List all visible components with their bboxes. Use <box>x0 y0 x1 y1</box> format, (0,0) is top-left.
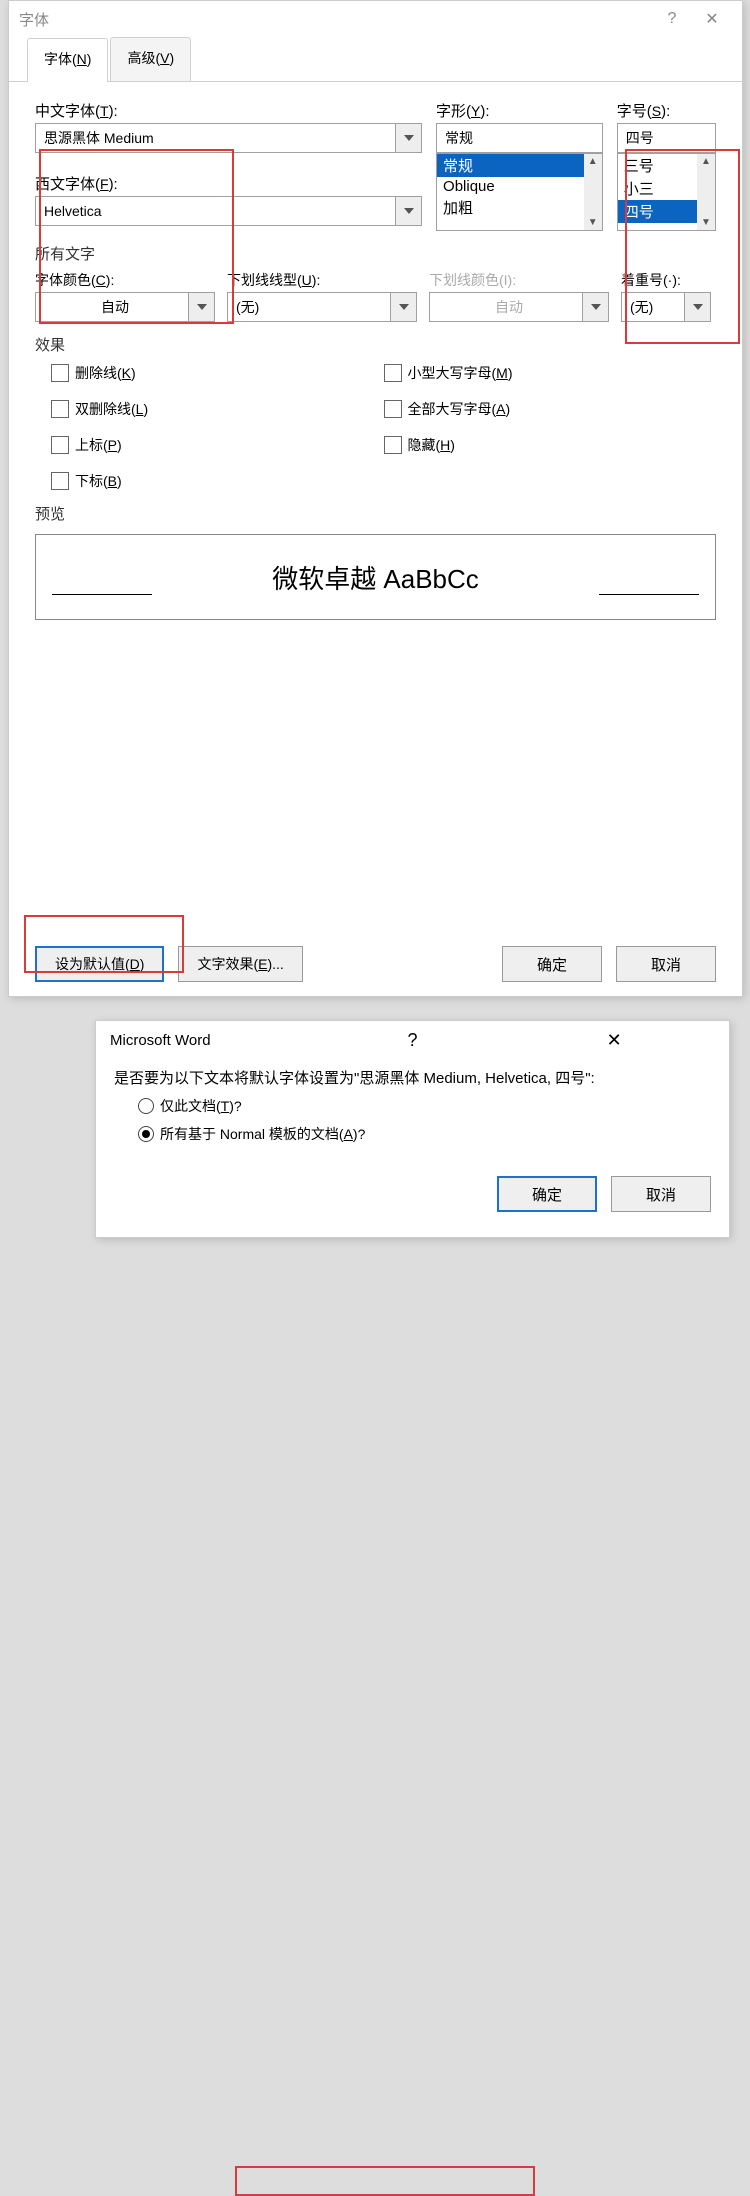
tab-font[interactable]: 字体(N) <box>27 38 108 82</box>
style-input[interactable]: 常规 <box>436 123 603 153</box>
tabs: 字体(N) 高级(V) <box>9 37 742 82</box>
chevron-down-icon <box>582 293 608 321</box>
radio-all-docs[interactable]: 所有基于 Normal 模板的文档(A)? <box>138 1124 711 1144</box>
confirm-body: 是否要为以下文本将默认字体设置为"思源黑体 Medium, Helvetica,… <box>96 1059 729 1166</box>
confirm-titlebar: Microsoft Word ? ✕ <box>96 1021 729 1059</box>
checkbox-double-strikethrough[interactable]: 双删除线(L) <box>51 399 384 419</box>
checkbox-superscript[interactable]: 上标(P) <box>51 435 384 455</box>
help-icon[interactable]: ? <box>312 1030 514 1051</box>
list-item[interactable]: 常规 <box>437 154 602 177</box>
close-icon[interactable]: ✕ <box>692 9 732 29</box>
help-icon[interactable]: ? <box>652 10 692 28</box>
confirm-cancel-button[interactable]: 取消 <box>611 1176 711 1212</box>
ok-button[interactable]: 确定 <box>502 946 602 982</box>
chinese-font-label: 中文字体(T): <box>35 100 422 121</box>
scrollbar[interactable]: ▲▼ <box>584 154 602 230</box>
checkbox-small-caps[interactable]: 小型大写字母(M) <box>384 363 717 383</box>
checkbox-icon <box>384 436 402 454</box>
checkbox-icon <box>384 364 402 382</box>
radio-this-doc[interactable]: 仅此文档(T)? <box>138 1096 711 1116</box>
chevron-down-icon[interactable] <box>390 293 416 321</box>
titlebar: 字体 ? ✕ <box>9 1 742 37</box>
effects-label: 效果 <box>35 334 716 355</box>
radio-icon <box>138 1126 154 1142</box>
checkbox-icon <box>51 472 69 490</box>
checkbox-icon <box>51 400 69 418</box>
preview-line <box>52 594 152 595</box>
highlight-annotation <box>235 2166 535 2196</box>
tab-advanced[interactable]: 高级(V) <box>110 37 191 81</box>
confirm-title-text: Microsoft Word <box>110 1032 312 1049</box>
cancel-button[interactable]: 取消 <box>616 946 716 982</box>
font-dialog: 字体 ? ✕ 字体(N) 高级(V) 中文字体(T): 思源黑体 Medium … <box>8 0 743 997</box>
highlight-annotation <box>24 915 184 973</box>
confirm-ok-button[interactable]: 确定 <box>497 1176 597 1212</box>
chinese-font-value: 思源黑体 Medium <box>44 128 154 148</box>
radio-icon <box>138 1098 154 1114</box>
list-item[interactable]: Oblique <box>437 177 602 196</box>
checkbox-all-caps[interactable]: 全部大写字母(A) <box>384 399 717 419</box>
close-icon[interactable]: ✕ <box>513 1030 715 1051</box>
list-item[interactable]: 加粗 <box>437 196 602 219</box>
underline-color-label: 下划线颜色(I): <box>429 270 609 290</box>
dialog-title: 字体 <box>19 9 652 30</box>
confirm-dialog: Microsoft Word ? ✕ 是否要为以下文本将默认字体设置为"思源黑体… <box>95 1020 730 1238</box>
preview-text: 微软卓越 AaBbCc <box>272 559 479 596</box>
checkbox-icon <box>51 436 69 454</box>
checkbox-icon <box>51 364 69 382</box>
size-label: 字号(S): <box>617 100 716 121</box>
underline-style-combo[interactable]: (无) <box>227 292 417 322</box>
highlight-annotation <box>39 149 234 324</box>
chevron-down-icon[interactable] <box>395 197 421 225</box>
checkbox-icon <box>384 400 402 418</box>
confirm-footer: 确定 取消 <box>96 1166 729 1222</box>
preview-label: 预览 <box>35 503 716 524</box>
style-label: 字形(Y): <box>436 100 603 121</box>
style-listbox[interactable]: 常规 Oblique 加粗 ▲▼ <box>436 153 603 231</box>
preview-line <box>599 594 699 595</box>
text-effects-button[interactable]: 文字效果(E)... <box>178 946 302 982</box>
underline-color-combo: 自动 <box>429 292 609 322</box>
checkbox-strikethrough[interactable]: 删除线(K) <box>51 363 384 383</box>
confirm-message: 是否要为以下文本将默认字体设置为"思源黑体 Medium, Helvetica,… <box>114 1067 711 1088</box>
chevron-down-icon[interactable] <box>395 124 421 152</box>
preview-box: 微软卓越 AaBbCc <box>35 534 716 620</box>
underline-style-label: 下划线线型(U): <box>227 270 417 290</box>
highlight-annotation <box>625 149 740 344</box>
checkbox-subscript[interactable]: 下标(B) <box>51 471 384 491</box>
checkbox-hidden[interactable]: 隐藏(H) <box>384 435 717 455</box>
